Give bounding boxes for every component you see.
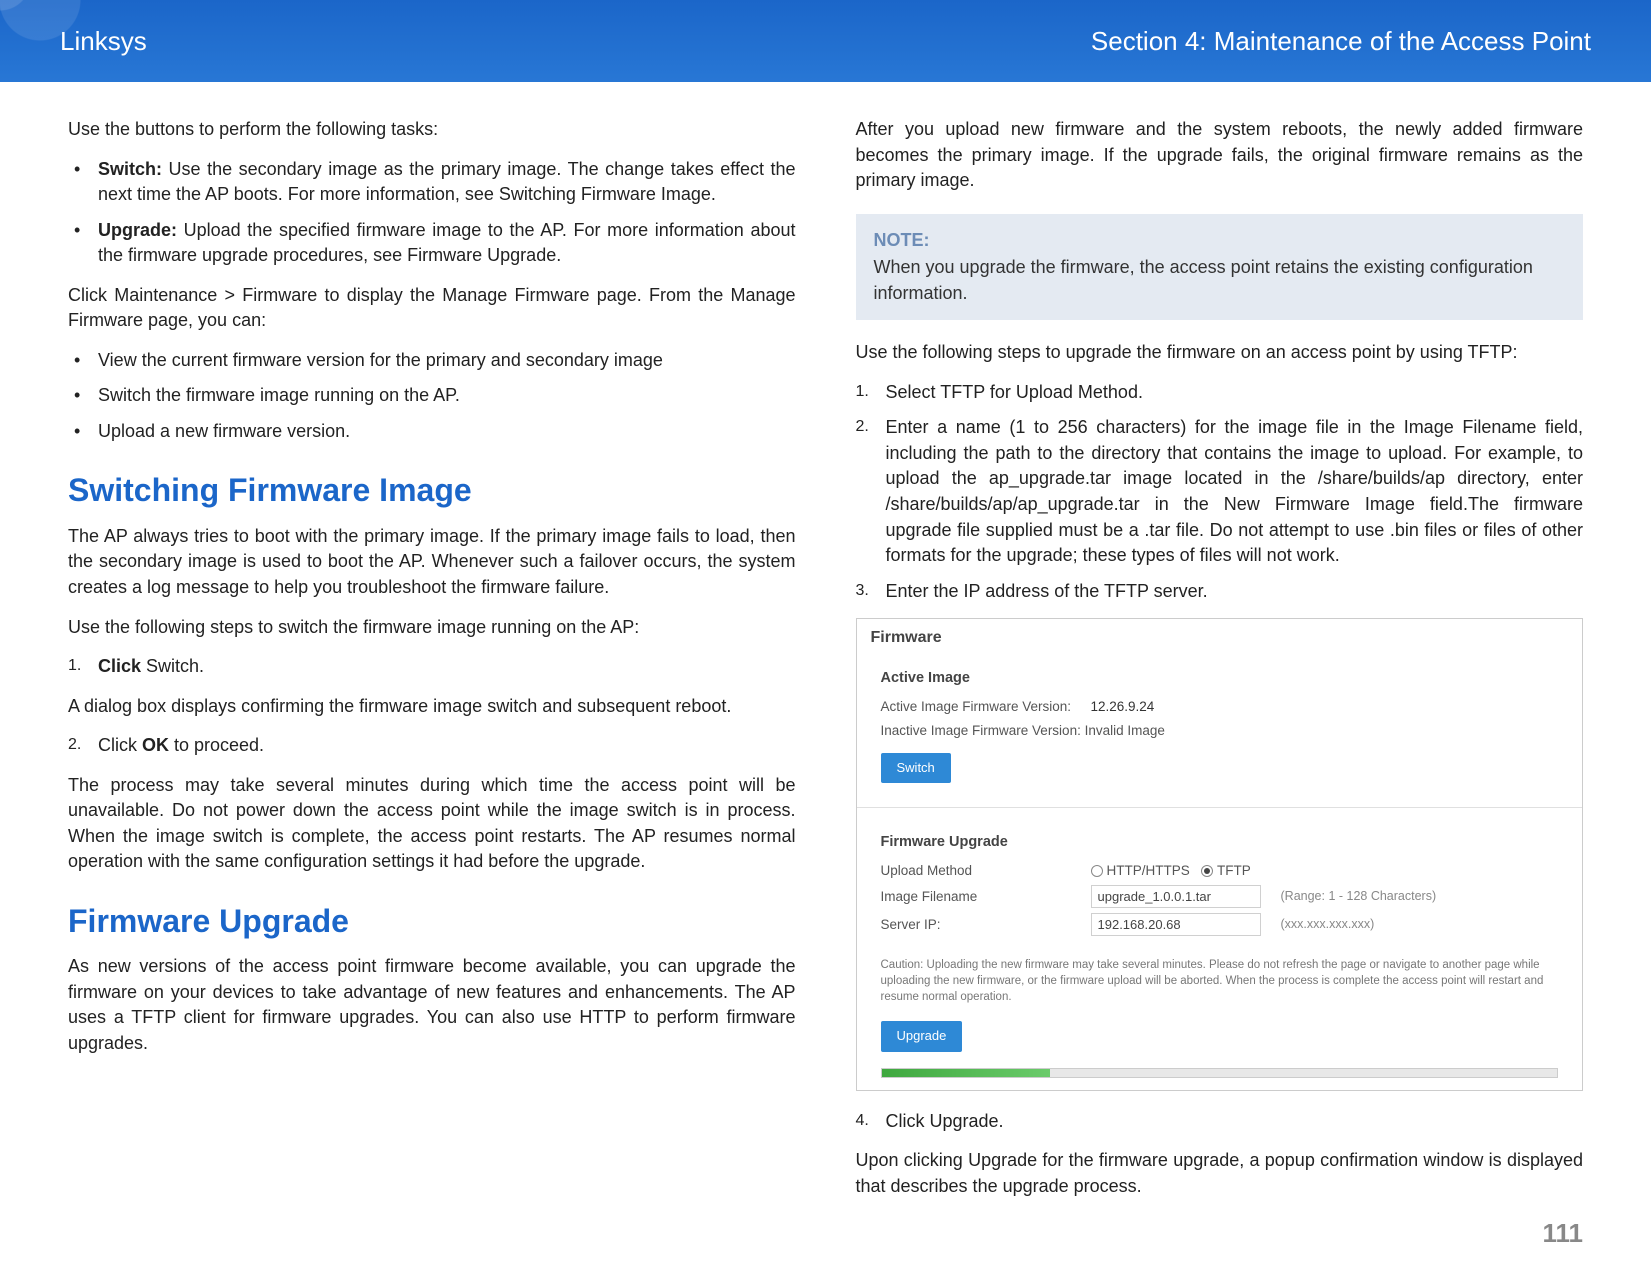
ss-inactive-version-text: Inactive Image Firmware Version: Invalid… [881,721,1165,740]
ss-upgrade-btn-wrap: Upgrade [857,1013,1583,1061]
radio-icon [1201,865,1213,877]
ss-range-hint: (Range: 1 - 128 Characters) [1281,888,1437,906]
tftp-steps: 1. Select TFTP for Upload Method. 2. Ent… [856,380,1584,604]
switch-para-2: Use the following steps to switch the fi… [68,615,796,641]
page-number: 111 [1542,1218,1583,1249]
left-column: Use the buttons to perform the following… [68,117,796,1213]
note-text: When you upgrade the firmware, the acces… [874,255,1566,306]
radio-icon [1091,865,1103,877]
firmware-screenshot: Firmware Active Image Active Image Firmw… [856,618,1584,1091]
page: Linksys Section 4: Maintenance of the Ac… [0,0,1651,1275]
brand-label: Linksys [60,26,147,57]
bullet-switch-text: Use the secondary image as the primary i… [98,159,796,205]
ss-active-version-value: 12.26.9.24 [1091,697,1281,716]
ss-active-image-section: Active Image Active Image Firmware Versi… [857,652,1583,799]
ss-caution-text: Caution: Uploading the new firmware may … [857,951,1583,1013]
switch-step-2-post: to proceed. [169,735,264,755]
ss-server-ip-row: Server IP: (xxx.xxx.xxx.xxx) [881,913,1559,936]
ss-active-image-heading: Active Image [881,668,1559,689]
ss-inactive-version-row: Inactive Image Firmware Version: Invalid… [881,721,1559,740]
ss-ip-hint: (xxx.xxx.xxx.xxx) [1281,916,1375,934]
ss-http-radio[interactable]: HTTP/HTTPS [1091,861,1190,880]
step-number: 1. [68,655,81,678]
ss-switch-button[interactable]: Switch [881,753,951,783]
bullet-upgrade: Upgrade: Upload the specified firmware i… [68,218,796,269]
tftp-step-2: 2. Enter a name (1 to 256 characters) fo… [856,415,1584,568]
ss-upload-method-row: Upload Method HTTP/HTTPS TFTP [881,861,1559,880]
bullet-upgrade-text: Upload the specified firmware image to t… [98,220,796,266]
ss-upgrade-section: Firmware Upgrade Upload Method HTTP/HTTP… [857,816,1583,951]
step-number: 4. [856,1110,869,1133]
switch-para-3: A dialog box displays confirming the fir… [68,694,796,720]
note-box: NOTE: When you upgrade the firmware, the… [856,214,1584,321]
switch-step-2-bold: OK [142,735,169,755]
upgrade-para-1: As new versions of the access point firm… [68,954,796,1056]
ss-http-label: HTTP/HTTPS [1107,863,1190,878]
step-text: Enter the IP address of the TFTP server. [886,581,1208,601]
bullet-upload: Upload a new firmware version. [68,419,796,445]
step-number: 1. [856,381,869,404]
heading-switching: Switching Firmware Image [68,468,796,513]
switch-steps: 1. Click Switch. [68,654,796,680]
switch-para-4: The process may take several minutes dur… [68,773,796,875]
ss-upload-method-label: Upload Method [881,861,1091,880]
ss-tftp-label: TFTP [1217,863,1251,878]
ss-progress-bar [881,1068,1559,1078]
tftp-step-1: 1. Select TFTP for Upload Method. [856,380,1584,406]
step-text: Select TFTP for Upload Method. [886,382,1143,402]
section-title: Section 4: Maintenance of the Access Poi… [1091,26,1591,57]
right-para-after: After you upload new firmware and the sy… [856,117,1584,194]
content-columns: Use the buttons to perform the following… [0,82,1651,1213]
ss-upgrade-heading: Firmware Upgrade [881,832,1559,853]
heading-upgrade: Firmware Upgrade [68,899,796,944]
action-bullets: View the current firmware version for th… [68,348,796,445]
switch-step-1-rest: Switch. [141,656,204,676]
ss-active-version-row: Active Image Firmware Version: 12.26.9.2… [881,697,1559,716]
tftp-step-4: 4. Click Upgrade. [856,1109,1584,1135]
switch-steps-2: 2. Click OK to proceed. [68,733,796,759]
ss-title: Firmware [857,619,1583,652]
note-title: NOTE: [874,228,1566,254]
ss-active-version-label: Active Image Firmware Version: [881,697,1091,716]
ss-tftp-radio[interactable]: TFTP [1201,861,1251,880]
switch-step-1-bold: Click [98,656,141,676]
step-text: Click Upgrade. [886,1111,1004,1131]
switch-para-1: The AP always tries to boot with the pri… [68,524,796,601]
right-column: After you upload new firmware and the sy… [856,117,1584,1213]
ss-server-ip-label: Server IP: [881,915,1091,934]
left-click-path: Click Maintenance > Firmware to display … [68,283,796,334]
divider [857,807,1583,808]
task-bullets: Switch: Use the secondary image as the p… [68,157,796,269]
tftp-step-3: 3. Enter the IP address of the TFTP serv… [856,579,1584,605]
step-text: Enter a name (1 to 256 characters) for t… [886,417,1584,565]
right-para-steps: Use the following steps to upgrade the f… [856,340,1584,366]
ss-server-ip-input[interactable] [1091,913,1261,936]
ss-image-filename-label: Image Filename [881,887,1091,906]
tftp-step-4-list: 4. Click Upgrade. [856,1109,1584,1135]
ss-image-filename-input[interactable] [1091,885,1261,908]
bullet-switch: Switch: Use the secondary image as the p… [68,157,796,208]
ss-upgrade-button[interactable]: Upgrade [881,1021,963,1051]
bullet-switch-image: Switch the firmware image running on the… [68,383,796,409]
right-para-upon: Upon clicking Upgrade for the firmware u… [856,1148,1584,1199]
switch-step-2: 2. Click OK to proceed. [68,733,796,759]
switch-step-2-pre: Click [98,735,142,755]
bullet-upgrade-label: Upgrade: [98,220,177,240]
step-number: 2. [68,734,81,757]
left-intro: Use the buttons to perform the following… [68,117,796,143]
step-number: 2. [856,416,869,439]
bullet-view: View the current firmware version for th… [68,348,796,374]
bullet-switch-label: Switch: [98,159,162,179]
step-number: 3. [856,580,869,603]
ss-image-filename-row: Image Filename (Range: 1 - 128 Character… [881,885,1559,908]
switch-step-1: 1. Click Switch. [68,654,796,680]
header-bar: Linksys Section 4: Maintenance of the Ac… [0,0,1651,82]
